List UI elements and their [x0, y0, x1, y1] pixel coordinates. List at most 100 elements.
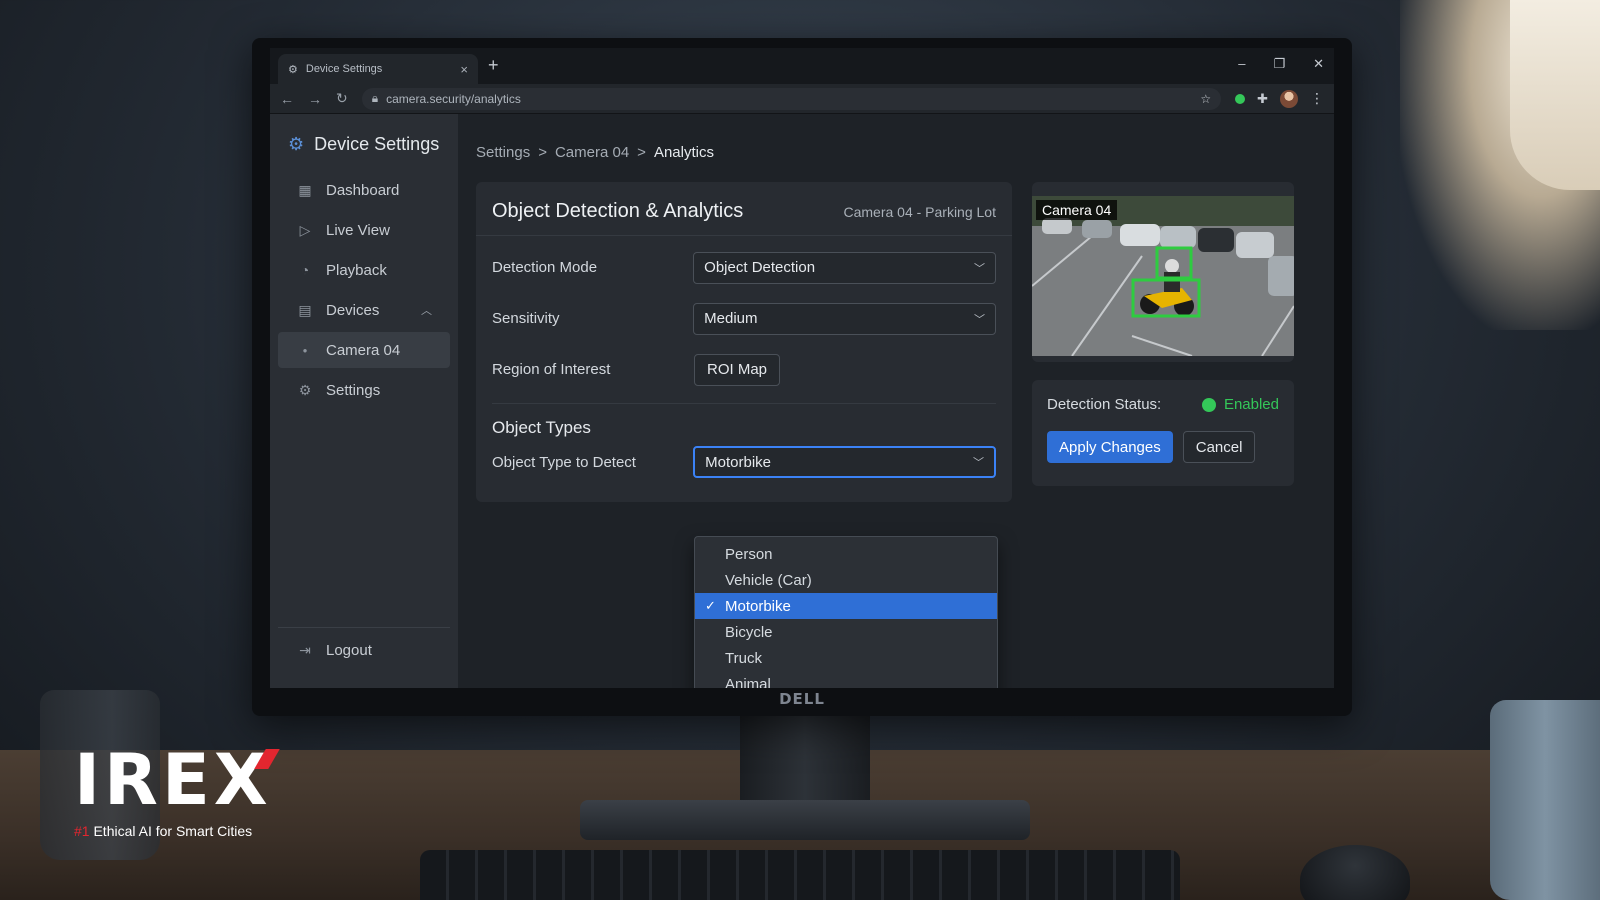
sidebar-item-live-view[interactable]: ▷ Live View	[278, 212, 450, 248]
status-row: Detection Status: Enabled	[1047, 396, 1279, 413]
puzzle-icon[interactable]: ✚	[1257, 91, 1268, 107]
section-divider	[492, 403, 996, 404]
dropdown-option-vehicle[interactable]: Vehicle (Car)	[695, 567, 997, 593]
mug-right	[1490, 700, 1600, 900]
logo-text: IREX	[74, 739, 272, 821]
dropdown-option-truck[interactable]: Truck	[695, 645, 997, 671]
play-icon: ▷	[299, 221, 311, 238]
address-bar: ← → ↻ 🔒︎ camera.security/analytics ☆ ✚ ⋮	[270, 84, 1334, 114]
option-label: Vehicle (Car)	[725, 571, 812, 589]
browser-tab[interactable]: ⚙ Device Settings ×	[278, 54, 478, 84]
option-label: Animal	[725, 675, 771, 689]
roi-map-button[interactable]: ROI Map	[694, 353, 781, 386]
card-title: Object Detection & Analytics	[492, 200, 744, 222]
main-content: Settings > Camera 04 > Analytics Object …	[458, 114, 1334, 688]
monitor-stand-base	[580, 800, 1030, 840]
dropdown-option-bicycle[interactable]: Bicycle	[695, 619, 997, 645]
tagline-text: Ethical AI for Smart Cities	[89, 823, 253, 839]
camera-preview-card: Camera 04	[1032, 182, 1294, 362]
restore-icon[interactable]: ❐	[1273, 56, 1285, 72]
card-subtitle: Camera 04 - Parking Lot	[843, 204, 996, 220]
sensitivity-row: Sensitivity Medium ﹀	[476, 293, 1012, 344]
url-text: camera.security/analytics	[386, 91, 521, 106]
roi-row: Region of Interest ROI Map	[476, 344, 1012, 395]
camera-preview-image[interactable]: Camera 04	[1032, 196, 1294, 356]
dropdown-option-person[interactable]: Person	[695, 541, 997, 567]
tagline-number: #1	[74, 823, 90, 839]
sidebar-item-label: Settings	[326, 381, 381, 399]
sidebar-divider	[278, 627, 450, 628]
object-type-row: Object Type to Detect Motorbike ﹀	[476, 442, 1012, 482]
sidebar-item-dashboard[interactable]: ▦ Dashboard	[278, 172, 450, 208]
close-tab-icon[interactable]: ×	[460, 62, 468, 77]
lamp	[1510, 0, 1600, 190]
apply-changes-button[interactable]: Apply Changes	[1047, 431, 1173, 463]
chevron-down-icon: ﹀	[974, 313, 985, 326]
chevron-down-icon: ﹀	[974, 262, 985, 275]
sidebar-item-label: Playback	[326, 261, 387, 279]
monitor: ⚙ Device Settings × + – ❐ ✕ ← → ↻ 🔒︎ cam…	[252, 38, 1352, 716]
star-icon[interactable]: ☆	[1200, 92, 1211, 106]
minimize-icon[interactable]: –	[1238, 56, 1245, 72]
menu-kebab-icon[interactable]: ⋮	[1310, 90, 1324, 107]
extension-status-icon[interactable]	[1235, 93, 1246, 104]
object-types-title: Object Types	[492, 418, 591, 437]
detection-mode-label: Detection Mode	[492, 259, 598, 276]
parking-lot-image	[1032, 196, 1294, 356]
card-header: Object Detection & Analytics Camera 04 -…	[476, 182, 1012, 236]
object-type-select[interactable]: Motorbike ﹀	[693, 446, 996, 478]
brand-block: IREX #1 Ethical AI for Smart Cities	[74, 745, 280, 839]
avatar[interactable]	[1280, 89, 1298, 108]
url-field[interactable]: 🔒︎ camera.security/analytics ☆	[361, 87, 1222, 110]
sidebar-item-camera-04[interactable]: ● Camera 04	[278, 332, 450, 368]
sidebar-item-devices[interactable]: ▤ Devices ︿	[278, 292, 450, 328]
action-buttons: Apply Changes Cancel	[1047, 431, 1279, 463]
detection-mode-select[interactable]: Object Detection ﹀	[693, 251, 996, 284]
lock-icon: 🔒︎	[371, 91, 379, 105]
sidebar-item-label: Devices	[326, 301, 380, 319]
option-label: Person	[725, 545, 773, 563]
gear-icon: ⚙	[298, 381, 312, 398]
forward-icon[interactable]: →	[308, 91, 322, 107]
logout-button[interactable]: ⇥ Logout	[278, 632, 450, 668]
keyboard	[420, 850, 1180, 900]
roi-label: Region of Interest	[492, 361, 611, 378]
sensitivity-label: Sensitivity	[492, 310, 560, 327]
sidebar-item-label: Camera 04	[326, 341, 401, 359]
breadcrumb: Settings > Camera 04 > Analytics	[476, 144, 714, 161]
cancel-button[interactable]: Cancel	[1182, 431, 1256, 463]
sensitivity-select[interactable]: Medium ﹀	[693, 302, 996, 335]
sidebar-item-playback[interactable]: ◔ Playback	[278, 252, 450, 288]
tab-title: Device Settings	[305, 63, 383, 75]
camera-label: Camera 04	[1036, 200, 1118, 220]
back-icon[interactable]: ←	[280, 91, 294, 107]
reload-icon[interactable]: ↻	[336, 90, 348, 107]
monitor-stand-neck	[740, 700, 870, 815]
dropdown-option-motorbike[interactable]: ✓ Motorbike	[695, 593, 997, 619]
object-type-label: Object Type to Detect	[492, 453, 636, 471]
sidebar-item-label: Live View	[326, 221, 390, 239]
dot-icon: ●	[302, 345, 308, 355]
sidebar-title: ⚙ Device Settings	[270, 128, 458, 160]
chevron-up-icon[interactable]: ︿	[421, 302, 432, 318]
breadcrumb-settings[interactable]: Settings	[476, 144, 530, 161]
sidebar: ⚙ Device Settings ▦ Dashboard ▷ Live Vie…	[270, 114, 458, 688]
breadcrumb-camera[interactable]: Camera 04	[555, 144, 629, 161]
extension-icons: ✚ ⋮	[1235, 89, 1324, 108]
logout-label: Logout	[326, 641, 372, 659]
status-label: Detection Status:	[1047, 396, 1162, 413]
dropdown-option-animal[interactable]: Animal	[695, 671, 997, 689]
sidebar-item-settings[interactable]: ⚙ Settings	[278, 372, 450, 408]
chevron-down-icon: ﹀	[973, 457, 984, 469]
option-label: Truck	[725, 649, 762, 667]
sensitivity-value: Medium	[704, 310, 758, 327]
devices-icon: ▤	[298, 301, 312, 318]
status-value: Enabled	[1223, 396, 1279, 413]
analytics-card: Object Detection & Analytics Camera 04 -…	[476, 182, 1012, 502]
close-window-icon[interactable]: ✕	[1313, 56, 1324, 72]
new-tab-icon[interactable]: +	[488, 55, 499, 76]
logout-section: ⇥ Logout	[270, 632, 458, 672]
gear-icon: ⚙	[288, 63, 298, 76]
detection-mode-row: Detection Mode Object Detection ﹀	[476, 242, 1012, 293]
history-icon: ◔	[300, 262, 310, 278]
